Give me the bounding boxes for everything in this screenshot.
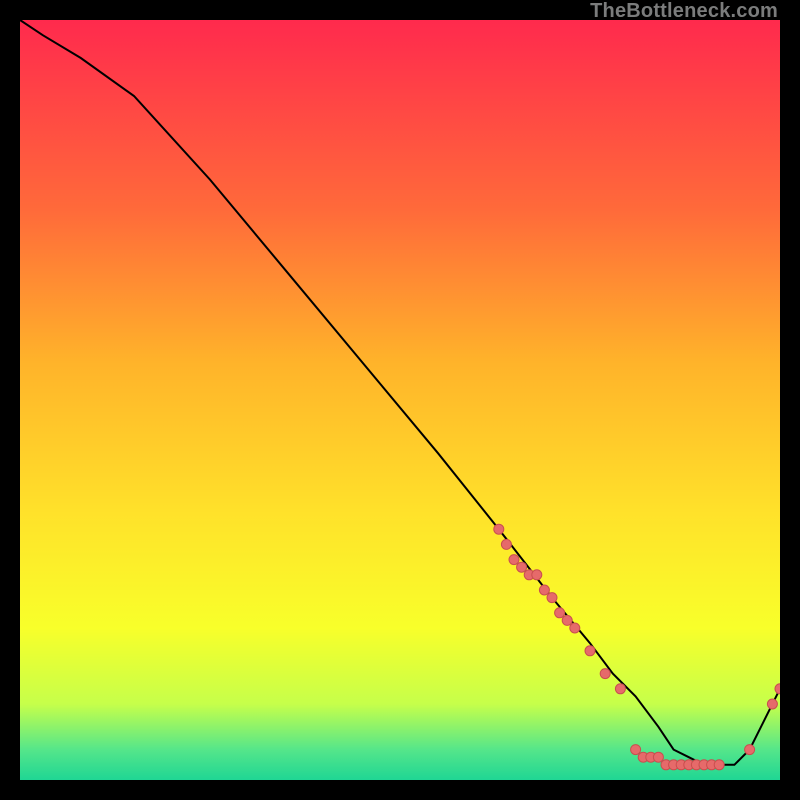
- data-point: [562, 615, 572, 625]
- data-point: [570, 623, 580, 633]
- data-point: [501, 539, 511, 549]
- gradient-background: [20, 20, 780, 780]
- data-point: [494, 524, 504, 534]
- data-point: [767, 699, 777, 709]
- data-point: [745, 745, 755, 755]
- data-point: [600, 669, 610, 679]
- data-point: [714, 760, 724, 770]
- data-point: [585, 646, 595, 656]
- data-point: [517, 562, 527, 572]
- plot-area: [20, 20, 780, 780]
- data-point: [532, 570, 542, 580]
- chart-svg: [20, 20, 780, 780]
- chart-stage: TheBottleneck.com: [0, 0, 800, 800]
- data-point: [631, 745, 641, 755]
- data-point: [615, 684, 625, 694]
- data-point: [539, 585, 549, 595]
- data-point: [653, 752, 663, 762]
- data-point: [555, 608, 565, 618]
- data-point: [509, 555, 519, 565]
- data-point: [547, 593, 557, 603]
